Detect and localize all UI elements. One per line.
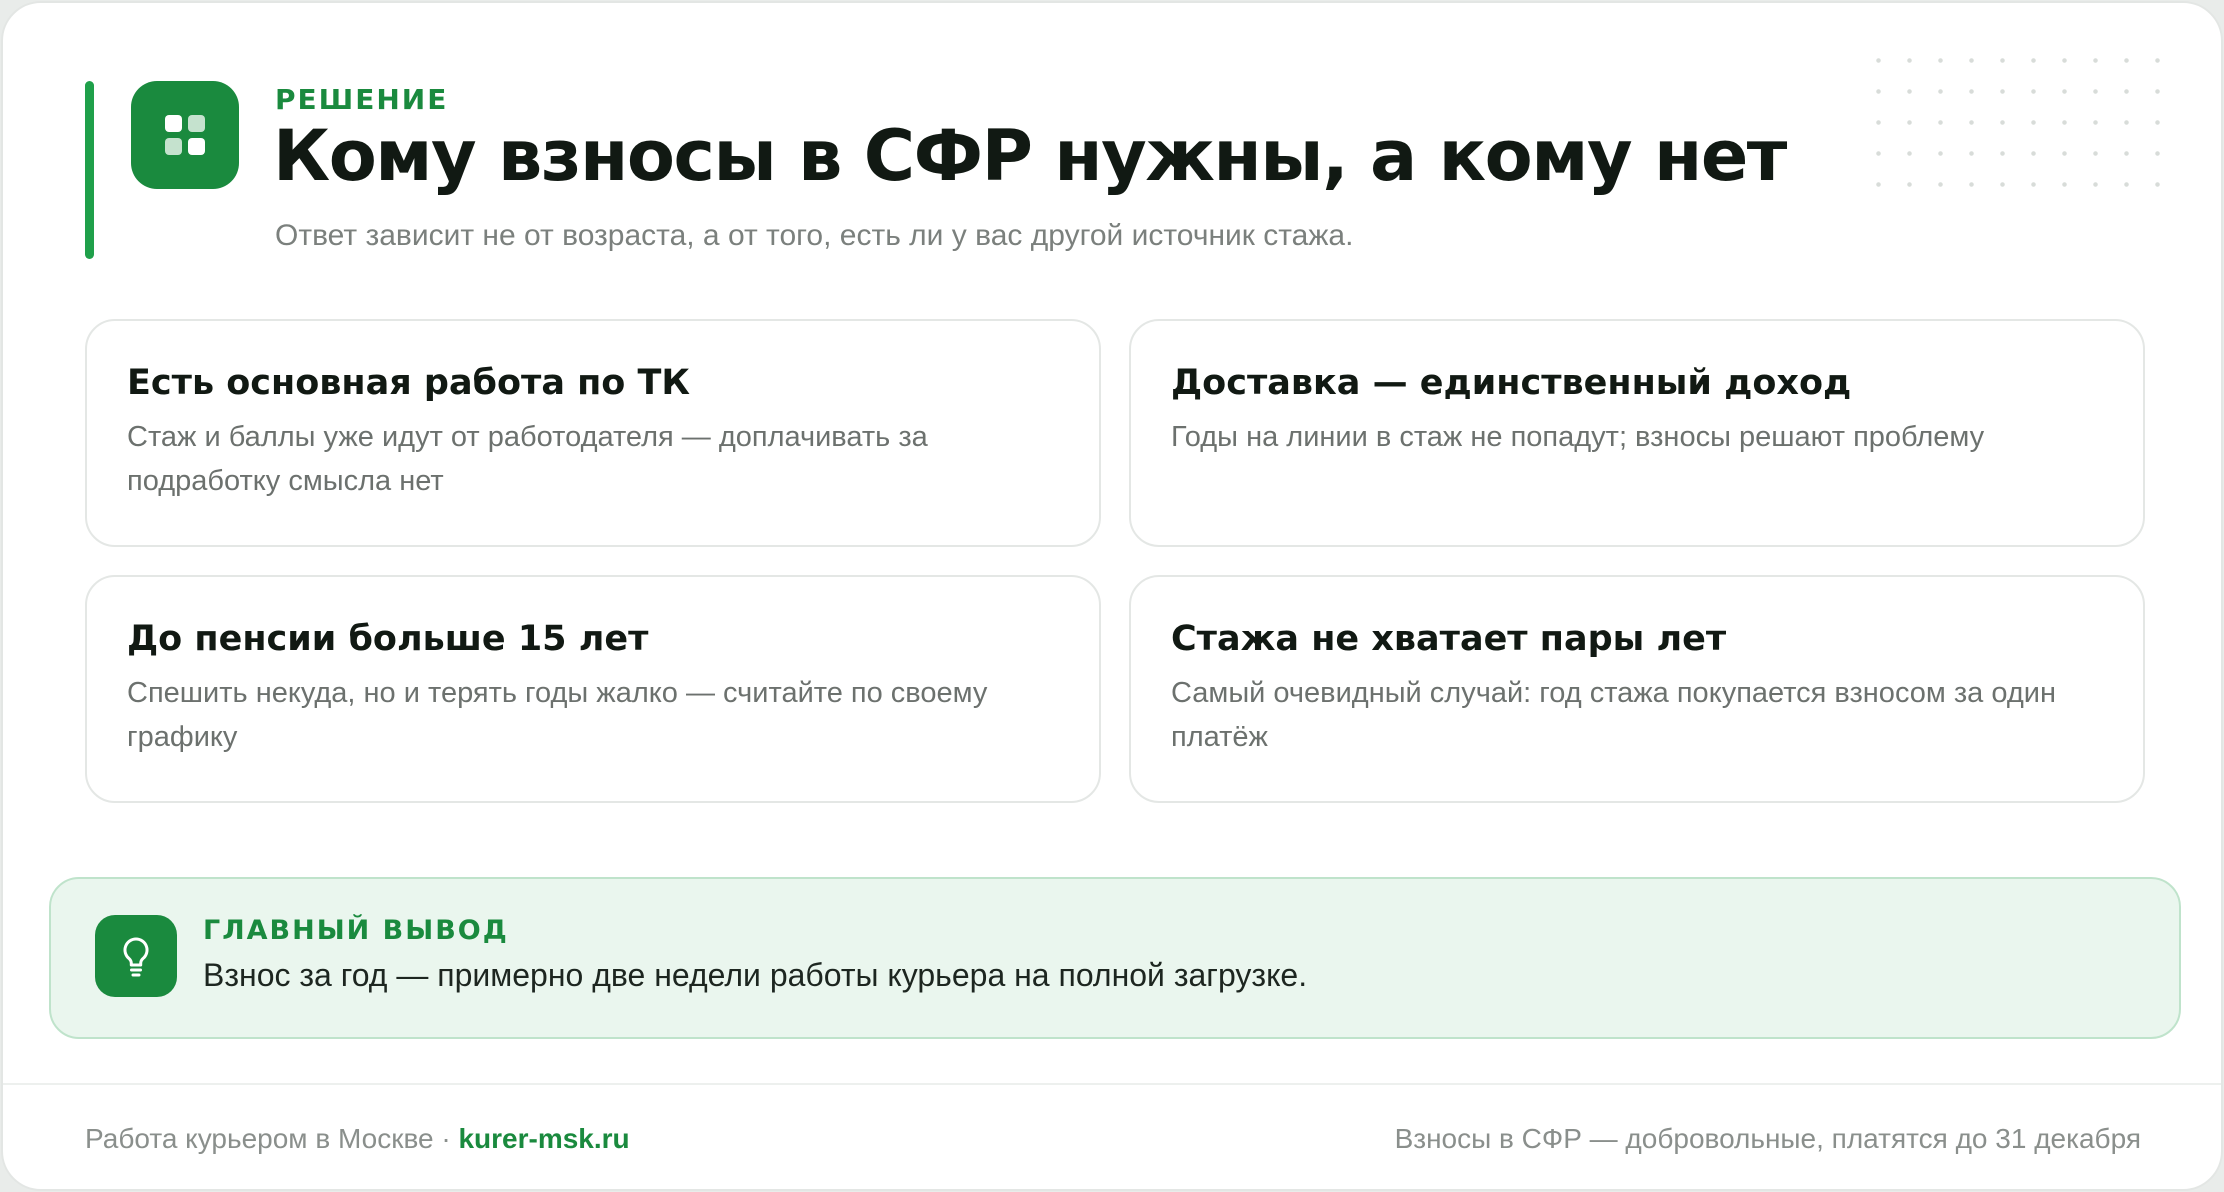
- case-card-title: Доставка — единственный доход: [1171, 363, 1852, 403]
- case-card-short-experience: Стажа не хватает пары лет Самый очевидны…: [1129, 575, 2145, 803]
- case-card-pension-far: До пенсии больше 15 лет Спешить некуда, …: [85, 575, 1101, 803]
- lightbulb-icon: [123, 937, 149, 977]
- case-card-text: Годы на линии в стаж не попадут; взносы …: [1171, 421, 1985, 453]
- case-card-delivery-only: Доставка — единственный доход Годы на ли…: [1129, 319, 2145, 547]
- page-subtitle: Ответ зависит не от возраста, а от того,…: [275, 219, 1354, 252]
- case-card-main-job: Есть основная работа по ТК Стаж и баллы …: [85, 319, 1101, 547]
- case-card-title: Стажа не хватает пары лет: [1171, 619, 1727, 659]
- grid-icon: [165, 115, 205, 155]
- conclusion-callout: ГЛАВНЫЙ ВЫВОД Взнос за год — примерно дв…: [49, 877, 2181, 1039]
- lightbulb-badge: [95, 915, 177, 997]
- section-eyebrow: РЕШЕНИЕ: [275, 83, 449, 116]
- conclusion-label: ГЛАВНЫЙ ВЫВОД: [203, 915, 509, 946]
- logo-badge: [131, 81, 239, 189]
- case-card-text: Спешить некуда, но и терять годы жалко —…: [127, 677, 988, 753]
- decorative-dot-grid: [1863, 45, 2163, 195]
- footer-source: Работа курьером в Москве · kurer-msk.ru: [85, 1123, 630, 1155]
- case-card-text: Стаж и баллы уже идут от работодателя — …: [127, 421, 928, 497]
- footer-source-label: Работа курьером в Москве ·: [85, 1123, 459, 1154]
- conclusion-text: Взнос за год — примерно две недели работ…: [203, 957, 1308, 993]
- footer-divider: [3, 1083, 2221, 1085]
- accent-bar: [85, 81, 94, 259]
- case-card-text: Самый очевидный случай: год стажа покупа…: [1171, 677, 2056, 753]
- infographic-card: РЕШЕНИЕ Кому взносы в СФР нужны, а кому …: [1, 1, 2223, 1191]
- page-title: Кому взносы в СФР нужны, а кому нет: [273, 115, 1787, 197]
- case-card-title: До пенсии больше 15 лет: [127, 619, 649, 659]
- footer-note: Взносы в СФР — добровольные, платятся до…: [1394, 1123, 2141, 1154]
- site-link[interactable]: kurer-msk.ru: [458, 1123, 629, 1154]
- case-card-title: Есть основная работа по ТК: [127, 363, 691, 403]
